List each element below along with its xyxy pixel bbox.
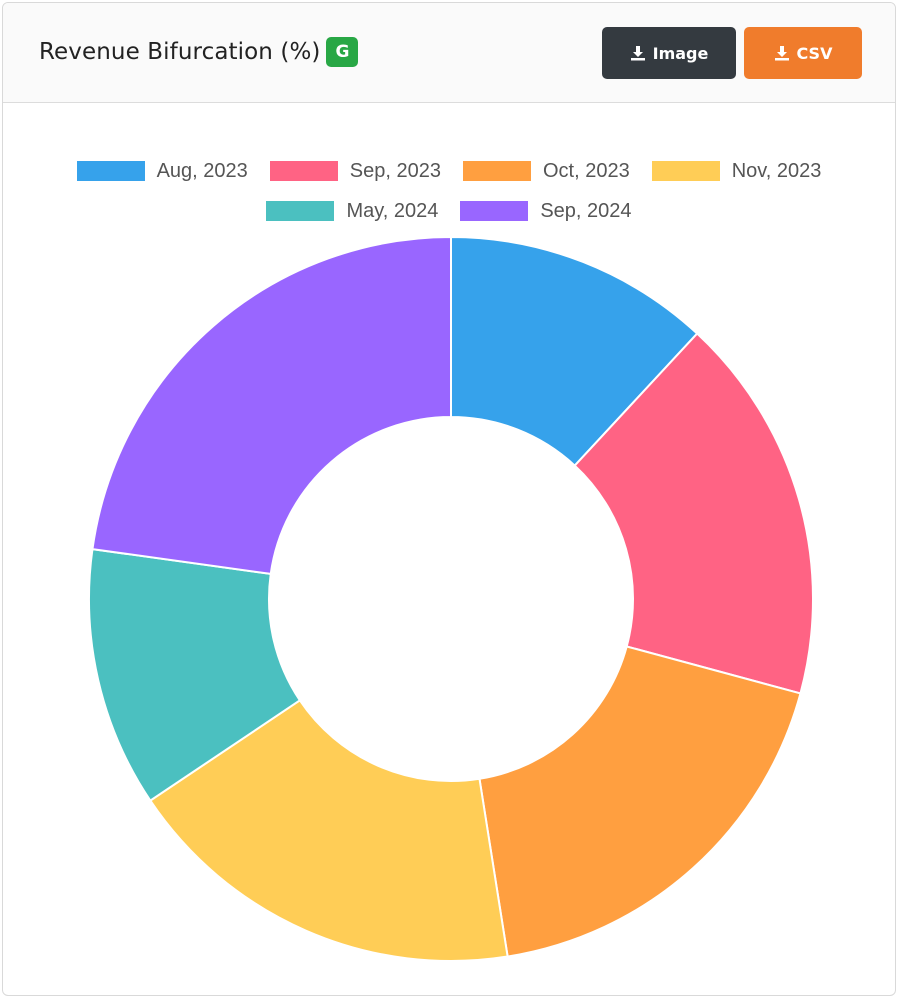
donut-slice-sep-2024[interactable] [91,235,452,576]
chart-card: Revenue Bifurcation (%) G Image CSV Aug,… [2,2,896,996]
donut-chart [88,235,814,962]
donut-slice-oct-2023[interactable] [478,645,802,958]
